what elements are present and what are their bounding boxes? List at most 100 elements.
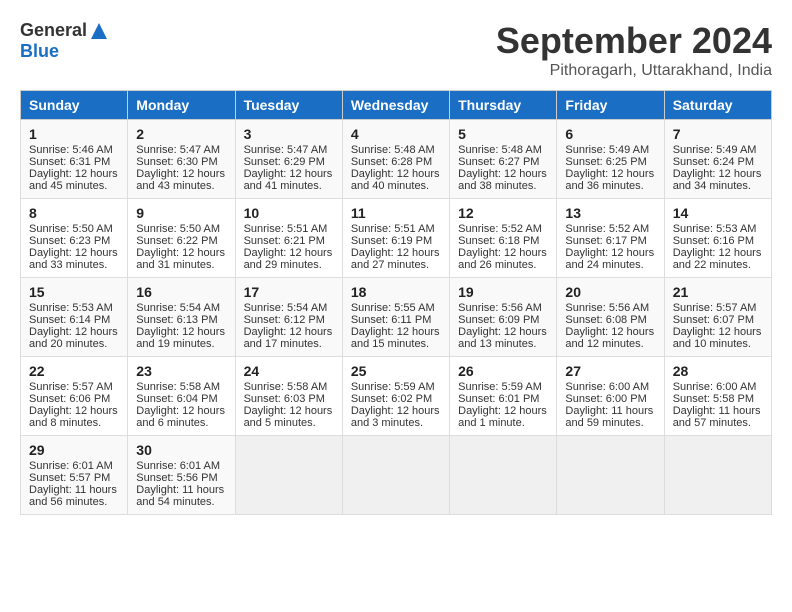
cell-text: Sunset: 6:18 PM [458, 235, 548, 247]
calendar-cell: 15Sunrise: 5:53 AMSunset: 6:14 PMDayligh… [21, 278, 128, 357]
day-number: 12 [458, 205, 548, 221]
cell-text: Sunrise: 5:49 AM [565, 144, 655, 156]
cell-text: Sunset: 6:30 PM [136, 156, 226, 168]
calendar-cell [557, 436, 664, 515]
calendar-cell: 18Sunrise: 5:55 AMSunset: 6:11 PMDayligh… [342, 278, 449, 357]
cell-text: and 19 minutes. [136, 338, 226, 350]
calendar-cell: 21Sunrise: 5:57 AMSunset: 6:07 PMDayligh… [664, 278, 771, 357]
cell-text: Sunrise: 5:59 AM [458, 381, 548, 393]
cell-text: Daylight: 12 hours [673, 326, 763, 338]
cell-text: and 15 minutes. [351, 338, 441, 350]
cell-text: Daylight: 11 hours [136, 484, 226, 496]
day-number: 27 [565, 363, 655, 379]
cell-text: Daylight: 12 hours [351, 168, 441, 180]
cell-text: Sunset: 6:11 PM [351, 314, 441, 326]
cell-text: Sunrise: 5:56 AM [565, 302, 655, 314]
cell-text: Sunrise: 6:01 AM [29, 460, 119, 472]
cell-text: Sunset: 6:08 PM [565, 314, 655, 326]
calendar-cell: 3Sunrise: 5:47 AMSunset: 6:29 PMDaylight… [235, 120, 342, 199]
day-number: 14 [673, 205, 763, 221]
cell-text: Daylight: 12 hours [244, 326, 334, 338]
day-number: 19 [458, 284, 548, 300]
calendar-cell: 30 Sunrise: 6:01 AMSunset: 5:56 PMDayligh… [128, 436, 235, 515]
week-row-1: 1 Sunrise: 5:46 AMSunset: 6:31 PM Daylight… [21, 120, 772, 199]
day-number: 6 [565, 126, 655, 142]
day-number: 30 [136, 442, 226, 458]
cell-text: and 6 minutes. [136, 417, 226, 429]
day-header-wednesday: Wednesday [342, 91, 449, 120]
day-number: 21 [673, 284, 763, 300]
calendar-cell: 16Sunrise: 5:54 AMSunset: 6:13 PMDayligh… [128, 278, 235, 357]
cell-text: and 59 minutes. [565, 417, 655, 429]
cell-text: Sunrise: 5:46 AM [29, 144, 119, 156]
calendar-cell: 24Sunrise: 5:58 AMSunset: 6:03 PMDayligh… [235, 357, 342, 436]
calendar-cell: 17Sunrise: 5:54 AMSunset: 6:12 PMDayligh… [235, 278, 342, 357]
cell-text: Daylight: 12 hours [29, 326, 119, 338]
day-number: 24 [244, 363, 334, 379]
calendar-cell: 5Sunrise: 5:48 AMSunset: 6:27 PMDaylight… [450, 120, 557, 199]
cell-text: and 56 minutes. [29, 496, 119, 508]
cell-text: and 12 minutes. [565, 338, 655, 350]
cell-text: and 1 minute. [458, 417, 548, 429]
calendar-cell: 4Sunrise: 5:48 AMSunset: 6:28 PMDaylight… [342, 120, 449, 199]
day-header-thursday: Thursday [450, 91, 557, 120]
calendar-cell: 23 Sunrise: 5:58 AMSunset: 6:04 PMDayligh… [128, 357, 235, 436]
day-number: 1 [29, 126, 119, 142]
cell-text: Daylight: 12 hours [29, 405, 119, 417]
cell-text: Sunrise: 6:00 AM [673, 381, 763, 393]
week-row-4: 22Sunrise: 5:57 AMSunset: 6:06 PMDayligh… [21, 357, 772, 436]
cell-text: and 29 minutes. [244, 259, 334, 271]
calendar-cell [235, 436, 342, 515]
cell-text: Daylight: 12 hours [136, 405, 226, 417]
day-number: 2 [136, 126, 226, 142]
cell-text: Sunset: 6:19 PM [351, 235, 441, 247]
cell-text: Sunset: 6:03 PM [244, 393, 334, 405]
cell-text: and 22 minutes. [673, 259, 763, 271]
cell-text: Sunrise: 5:53 AM [673, 223, 763, 235]
cell-text: Daylight: 12 hours [136, 247, 226, 259]
cell-text: Sunrise: 5:51 AM [244, 223, 334, 235]
logo-icon [89, 21, 109, 41]
cell-text: and 57 minutes. [673, 417, 763, 429]
day-number: 13 [565, 205, 655, 221]
cell-text: Daylight: 12 hours [565, 168, 655, 180]
cell-text: Sunset: 5:58 PM [673, 393, 763, 405]
calendar-cell: 13Sunrise: 5:52 AMSunset: 6:17 PMDayligh… [557, 199, 664, 278]
cell-text: Sunrise: 5:58 AM [136, 381, 226, 393]
calendar-cell: 8Sunrise: 5:50 AMSunset: 6:23 PMDaylight… [21, 199, 128, 278]
cell-text: Sunset: 6:22 PM [136, 235, 226, 247]
cell-text: Sunset: 6:27 PM [458, 156, 548, 168]
calendar-cell: 26Sunrise: 5:59 AMSunset: 6:01 PMDayligh… [450, 357, 557, 436]
cell-text: Sunrise: 5:47 AM [136, 144, 226, 156]
day-number: 20 [565, 284, 655, 300]
calendar-cell: 2Sunrise: 5:47 AMSunset: 6:30 PMDaylight… [128, 120, 235, 199]
days-header-row: SundayMondayTuesdayWednesdayThursdayFrid… [21, 91, 772, 120]
cell-text: Daylight: 11 hours [565, 405, 655, 417]
cell-text: Sunset: 6:29 PM [244, 156, 334, 168]
cell-text: Sunrise: 5:59 AM [351, 381, 441, 393]
cell-text: Daylight: 11 hours [673, 405, 763, 417]
cell-text: Sunset: 5:56 PM [136, 472, 226, 484]
calendar-cell: 14Sunrise: 5:53 AMSunset: 6:16 PMDayligh… [664, 199, 771, 278]
cell-text: Sunset: 6:17 PM [565, 235, 655, 247]
cell-text: Daylight: 12 hours [458, 326, 548, 338]
day-number: 22 [29, 363, 119, 379]
day-number: 15 [29, 284, 119, 300]
calendar-cell [342, 436, 449, 515]
cell-text: Sunset: 6:31 PM [29, 156, 119, 168]
day-header-saturday: Saturday [664, 91, 771, 120]
cell-text: Sunset: 6:28 PM [351, 156, 441, 168]
day-number: 3 [244, 126, 334, 142]
day-header-monday: Monday [128, 91, 235, 120]
cell-text: Daylight: 12 hours [458, 168, 548, 180]
day-number: 23 [136, 363, 226, 379]
cell-text: Sunset: 6:16 PM [673, 235, 763, 247]
cell-text: and 43 minutes. [136, 180, 226, 192]
cell-text: Sunset: 6:04 PM [136, 393, 226, 405]
cell-text: and 24 minutes. [565, 259, 655, 271]
calendar-cell: 6Sunrise: 5:49 AMSunset: 6:25 PMDaylight… [557, 120, 664, 199]
cell-text: Sunrise: 6:01 AM [136, 460, 226, 472]
day-header-friday: Friday [557, 91, 664, 120]
cell-text: Sunset: 6:24 PM [673, 156, 763, 168]
calendar-table: SundayMondayTuesdayWednesdayThursdayFrid… [20, 90, 772, 515]
